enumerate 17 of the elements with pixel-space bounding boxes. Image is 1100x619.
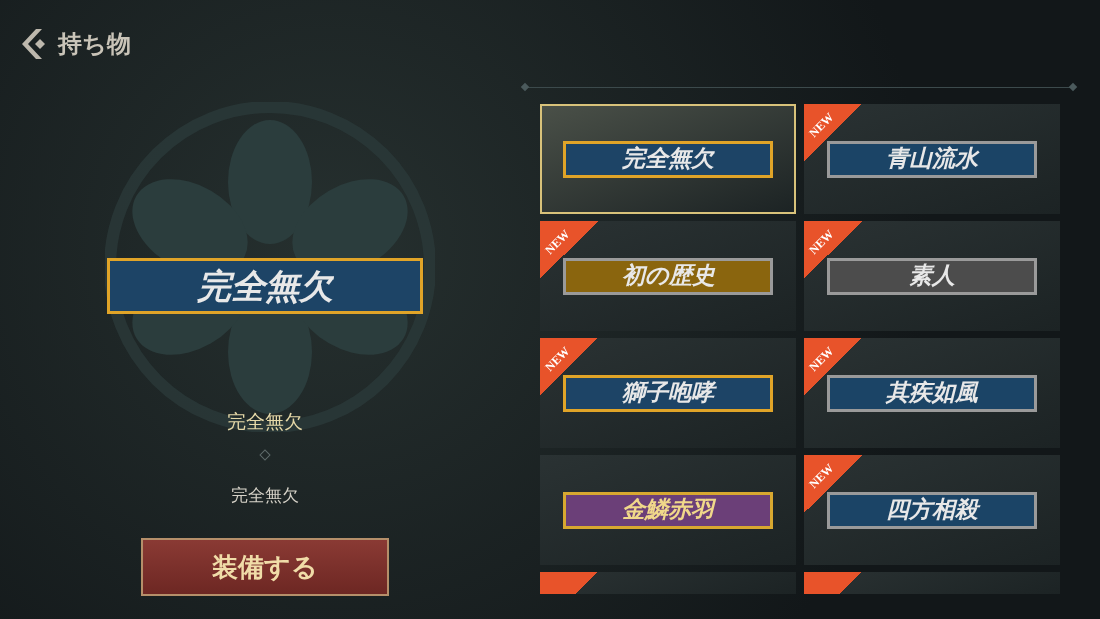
title-description: 完全無欠: [231, 484, 299, 507]
title-banner: 金鱗赤羽: [563, 491, 773, 529]
title-name: 完全無欠: [227, 410, 303, 434]
title-banner: 素人: [827, 257, 1037, 295]
title-card[interactable]: 完全無欠: [540, 104, 796, 214]
title-banner: 其疾如風: [827, 374, 1037, 412]
title-banner: 完全無欠: [563, 140, 773, 178]
title-banner: 完全無欠: [107, 258, 423, 314]
title-card[interactable]: 金鱗赤羽: [540, 455, 796, 565]
title-banner: 初の歴史: [563, 257, 773, 295]
title-card[interactable]: [540, 572, 796, 594]
title-card[interactable]: [804, 572, 1060, 594]
title-banner: 青山流水: [827, 140, 1037, 178]
title-banner: 獅子咆哮: [563, 374, 773, 412]
equip-button[interactable]: 装備する: [141, 538, 389, 596]
page-title: 持ち物: [58, 30, 131, 59]
title-banner: 四方相殺: [827, 491, 1037, 529]
